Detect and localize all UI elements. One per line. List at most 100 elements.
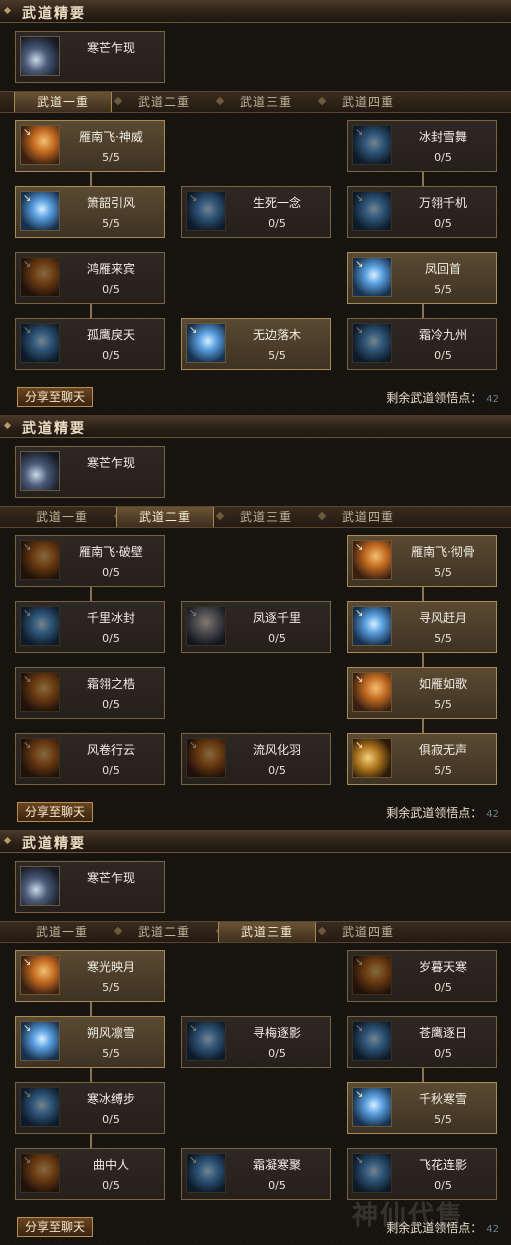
skill-connector [90, 587, 92, 601]
skill-node[interactable]: ↘ 流风化羽 0/5 [181, 733, 331, 785]
skill-node[interactable]: ↘ 寒光映月 5/5 [15, 950, 165, 1002]
skill-level-glyph: ↘ [355, 674, 364, 685]
skill-node[interactable]: ↘ 雁南飞·彻骨 5/5 [347, 535, 497, 587]
skill-points: 0/5 [434, 349, 452, 362]
skill-level-glyph: ↘ [355, 957, 364, 968]
tab-tier-2[interactable]: 武道二重 [116, 92, 212, 112]
skill-node[interactable]: ↘ 风卷行云 0/5 [15, 733, 165, 785]
skill-level-glyph: ↘ [355, 1089, 364, 1100]
skill-node[interactable]: ↘ 寒冰缚步 0/5 [15, 1082, 165, 1134]
skill-level-glyph: ↘ [23, 259, 32, 270]
top-skill[interactable]: 寒芒乍现 [15, 446, 165, 498]
skill-connector [422, 1068, 424, 1082]
skill-level-glyph: ↘ [23, 1089, 32, 1100]
tab-tier-3[interactable]: 武道三重 [218, 507, 314, 527]
tab-tier-3[interactable]: 武道三重 [218, 922, 316, 942]
skill-node[interactable]: ↘ 霜凝寒聚 0/5 [181, 1148, 331, 1200]
skill-name: 雁南飞·神威 [79, 130, 143, 144]
skill-icon: ↘ [352, 540, 392, 580]
skill-node[interactable]: ↘ 雁南飞·破壁 0/5 [15, 535, 165, 587]
skill-node[interactable]: ↘ 飞花连影 0/5 [347, 1148, 497, 1200]
skill-icon: ↘ [352, 672, 392, 712]
tab-tier-2[interactable]: 武道二重 [116, 922, 212, 942]
skill-connector [422, 653, 424, 667]
skill-node[interactable]: ↘ 无边落木 5/5 [181, 318, 331, 370]
skill-node[interactable]: ↘ 霜冷九州 0/5 [347, 318, 497, 370]
skill-node[interactable]: ↘ 孤鹰戾天 0/5 [15, 318, 165, 370]
skill-node[interactable]: ↘ 岁暮天寒 0/5 [347, 950, 497, 1002]
share-to-chat-button[interactable]: 分享至聊天 [17, 1217, 93, 1237]
skill-node[interactable]: ↘ 万翎千机 0/5 [347, 186, 497, 238]
skill-panel: 武道精要寒芒乍现武道一重 武道二重 武道三重 武道四重 ↘ 雁南飞·破壁 0/5 ↘ 雁南飞·彻… [0, 415, 511, 830]
skill-node[interactable]: ↘ 雁南飞·神威 5/5 [15, 120, 165, 172]
skill-name: 流风化羽 [252, 743, 301, 757]
skill-icon: ↘ [352, 125, 392, 165]
tier-tabs: 武道一重 武道二重 武道三重 武道四重 [0, 91, 511, 113]
skill-level-glyph: ↘ [355, 608, 364, 619]
skill-node[interactable]: ↘ 箫韶引风 5/5 [15, 186, 165, 238]
header-diamond-icon [3, 6, 12, 15]
skill-level-glyph: ↘ [23, 608, 32, 619]
share-to-chat-button[interactable]: 分享至聊天 [17, 802, 93, 822]
skill-node[interactable]: ↘ 凤回首 5/5 [347, 252, 497, 304]
skill-points: 5/5 [434, 1113, 452, 1126]
skill-node[interactable]: ↘ 凤逐千里 0/5 [181, 601, 331, 653]
skill-points: 0/5 [268, 764, 286, 777]
skill-level-glyph: ↘ [23, 325, 32, 336]
skill-connector [422, 587, 424, 601]
skill-node[interactable]: ↘ 千秋寒雪 5/5 [347, 1082, 497, 1134]
top-skill[interactable]: 寒芒乍现 [15, 861, 165, 913]
panel-title: 武道精要 [22, 6, 86, 22]
panel-header: 武道精要 [0, 0, 511, 23]
remaining-points-label: 剩余武道领悟点： [386, 806, 483, 820]
skill-icon: ↘ [20, 606, 60, 646]
remaining-points-value: 42 [486, 1224, 499, 1235]
skill-points: 5/5 [434, 632, 452, 645]
tab-tier-3[interactable]: 武道三重 [218, 92, 314, 112]
skill-node[interactable]: ↘ 生死一念 0/5 [181, 186, 331, 238]
tab-tier-1[interactable]: 武道一重 [14, 507, 110, 527]
skill-points: 0/5 [434, 151, 452, 164]
skill-connector [422, 304, 424, 318]
skill-connector [90, 1068, 92, 1082]
top-skill[interactable]: 寒芒乍现 [15, 31, 165, 83]
tab-tier-4[interactable]: 武道四重 [320, 92, 416, 112]
skill-icon: ↘ [20, 1087, 60, 1127]
skill-name: 如雁如歌 [418, 677, 467, 691]
skill-connector [90, 1134, 92, 1148]
panel-title: 武道精要 [22, 836, 86, 852]
skill-level-glyph: ↘ [189, 1023, 198, 1034]
skill-level-glyph: ↘ [355, 1023, 364, 1034]
skill-name: 霜冷九州 [418, 328, 467, 342]
skill-node[interactable]: ↘ 鸿雁来宾 0/5 [15, 252, 165, 304]
tab-tier-2[interactable]: 武道二重 [116, 507, 214, 527]
skill-level-glyph: ↘ [23, 542, 32, 553]
skill-node[interactable]: ↘ 俱寂无声 5/5 [347, 733, 497, 785]
skill-node[interactable]: ↘ 曲中人 0/5 [15, 1148, 165, 1200]
skill-node[interactable]: ↘ 寻梅逐影 0/5 [181, 1016, 331, 1068]
skill-node[interactable]: ↘ 冰封雪舞 0/5 [347, 120, 497, 172]
skill-node[interactable]: ↘ 霜翎之梏 0/5 [15, 667, 165, 719]
tab-tier-4[interactable]: 武道四重 [320, 507, 416, 527]
skill-points: 0/5 [102, 764, 120, 777]
tab-tier-1[interactable]: 武道一重 [14, 92, 112, 112]
skill-connector [422, 719, 424, 733]
panel-title: 武道精要 [22, 421, 86, 437]
skill-node[interactable]: ↘ 寻风赶月 5/5 [347, 601, 497, 653]
skill-icon: ↘ [352, 257, 392, 297]
skill-name: 箫韶引风 [86, 196, 135, 210]
tab-tier-1[interactable]: 武道一重 [14, 922, 110, 942]
skill-node[interactable]: ↘ 苍鹰逐日 0/5 [347, 1016, 497, 1068]
skill-level-glyph: ↘ [355, 325, 364, 336]
skill-icon: ↘ [186, 738, 226, 778]
skill-node[interactable]: ↘ 朔风凛雪 5/5 [15, 1016, 165, 1068]
tab-tier-4[interactable]: 武道四重 [320, 922, 416, 942]
skill-node[interactable]: ↘ 千里冰封 0/5 [15, 601, 165, 653]
skill-icon: ↘ [20, 323, 60, 363]
skill-node[interactable]: ↘ 如雁如歌 5/5 [347, 667, 497, 719]
top-skill-name: 寒芒乍现 [86, 41, 135, 55]
skill-name: 飞花连影 [418, 1158, 467, 1172]
skill-level-glyph: ↘ [23, 193, 32, 204]
skill-icon: ↘ [186, 323, 226, 363]
share-to-chat-button[interactable]: 分享至聊天 [17, 387, 93, 407]
